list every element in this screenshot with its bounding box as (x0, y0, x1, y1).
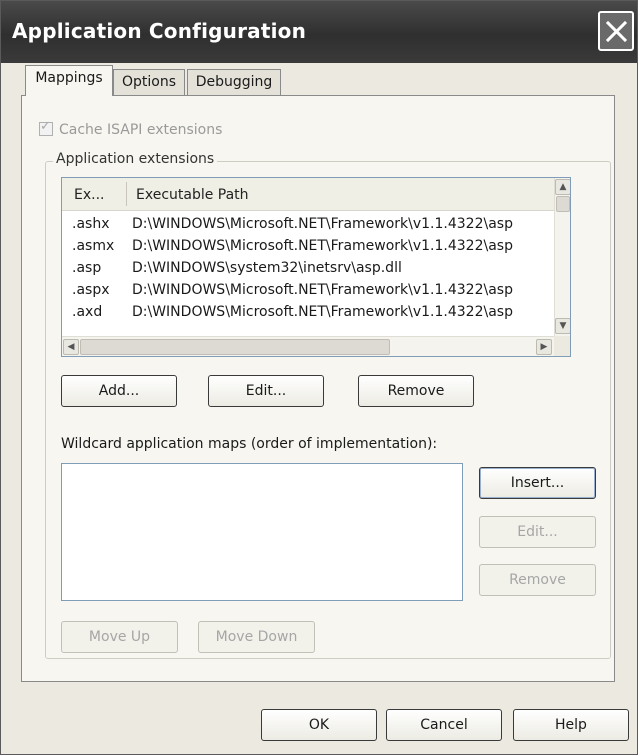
column-divider[interactable] (126, 182, 127, 206)
scroll-down-icon[interactable]: ▼ (555, 318, 570, 334)
insert-button[interactable]: Insert... (479, 467, 596, 499)
scroll-up-icon[interactable]: ▲ (555, 179, 570, 195)
add-button[interactable]: Add... (61, 375, 177, 407)
extension-cell: .ashx (72, 216, 110, 232)
tab-debugging[interactable]: Debugging (187, 69, 281, 95)
tab-options[interactable]: Options (113, 69, 185, 95)
path-cell: D:\WINDOWS\Microsoft.NET\Framework\v1.1.… (132, 282, 513, 298)
cancel-button[interactable]: Cancel (386, 709, 502, 741)
column-header-executable-path[interactable]: Executable Path (136, 187, 249, 203)
list-item[interactable]: .asp D:\WINDOWS\system32\inetsrv\asp.dll (62, 260, 554, 282)
title-bar[interactable]: Application Configuration (1, 1, 637, 63)
extensions-list[interactable]: Ex... Executable Path .ashx D:\WINDOWS\M… (61, 177, 571, 357)
move-up-button[interactable]: Move Up (61, 621, 178, 653)
extension-cell: .axd (72, 304, 103, 320)
close-icon[interactable] (598, 11, 634, 51)
edit-button[interactable]: Edit... (208, 375, 324, 407)
wildcard-remove-button[interactable]: Remove (479, 564, 596, 596)
horizontal-scrollbar[interactable]: ◀ ▶ (62, 336, 554, 356)
wildcard-maps-list[interactable] (61, 463, 463, 601)
ok-button[interactable]: OK (261, 709, 377, 741)
wildcard-edit-button[interactable]: Edit... (479, 516, 596, 548)
window-title: Application Configuration (12, 19, 307, 43)
horizontal-scroll-thumb[interactable] (80, 339, 390, 355)
column-header-extension[interactable]: Ex... (74, 187, 104, 203)
scroll-right-icon[interactable]: ▶ (536, 339, 552, 355)
path-cell: D:\WINDOWS\Microsoft.NET\Framework\v1.1.… (132, 238, 513, 254)
application-configuration-dialog: Application Configuration Mappings Optio… (0, 0, 638, 755)
remove-button[interactable]: Remove (358, 375, 474, 407)
path-cell: D:\WINDOWS\Microsoft.NET\Framework\v1.1.… (132, 216, 513, 232)
path-cell: D:\WINDOWS\system32\inetsrv\asp.dll (132, 260, 402, 276)
tab-mappings[interactable]: Mappings (25, 65, 113, 96)
application-extensions-label: Application extensions (53, 151, 218, 167)
list-header: Ex... Executable Path (62, 178, 554, 211)
cache-isapi-label: Cache ISAPI extensions (59, 122, 223, 138)
path-cell: D:\WINDOWS\Microsoft.NET\Framework\v1.1.… (132, 304, 513, 320)
wildcard-maps-label: Wildcard application maps (order of impl… (61, 436, 438, 452)
vertical-scroll-thumb[interactable] (556, 196, 570, 212)
extension-cell: .asmx (72, 238, 115, 254)
list-item[interactable]: .ashx D:\WINDOWS\Microsoft.NET\Framework… (62, 216, 554, 238)
move-down-button[interactable]: Move Down (198, 621, 315, 653)
list-item[interactable]: .aspx D:\WINDOWS\Microsoft.NET\Framework… (62, 282, 554, 304)
scrollbar-corner (554, 336, 570, 356)
help-button[interactable]: Help (513, 709, 629, 741)
list-item[interactable]: .asmx D:\WINDOWS\Microsoft.NET\Framework… (62, 238, 554, 260)
extension-cell: .asp (72, 260, 102, 276)
vertical-scrollbar[interactable]: ▲ ▼ (554, 178, 570, 336)
cache-isapi-checkbox[interactable] (39, 119, 53, 136)
scroll-left-icon[interactable]: ◀ (63, 339, 79, 355)
list-item[interactable]: .axd D:\WINDOWS\Microsoft.NET\Framework\… (62, 304, 554, 326)
extension-cell: .aspx (72, 282, 110, 298)
